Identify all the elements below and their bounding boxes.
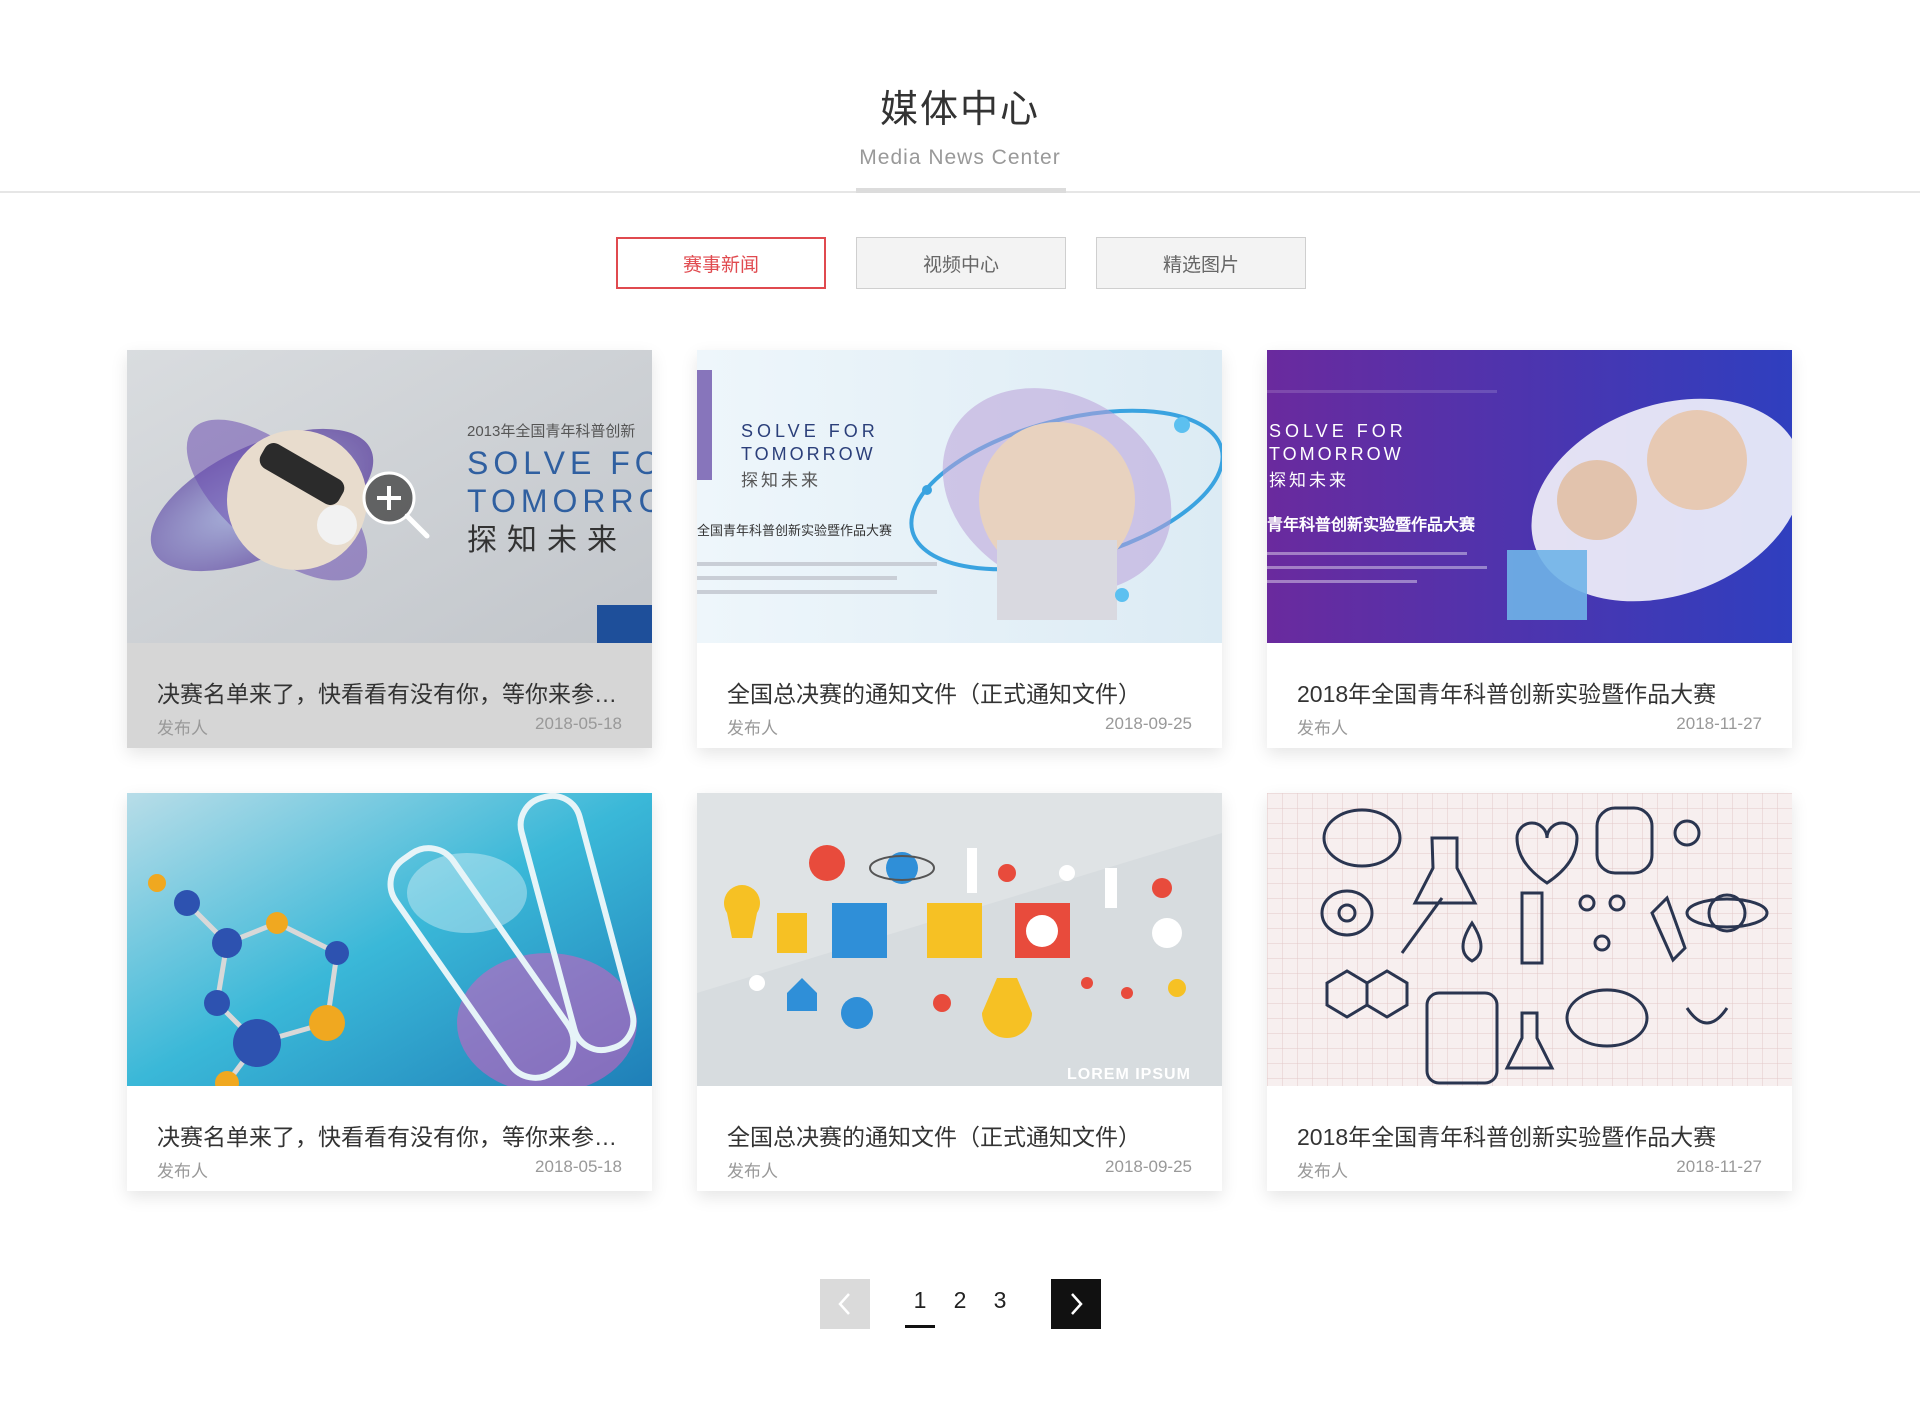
news-card-image[interactable] <box>127 793 652 1086</box>
page-number-1[interactable]: 1 <box>905 1287 935 1328</box>
chevron-left-icon <box>838 1293 850 1315</box>
next-page-button[interactable] <box>1051 1279 1101 1329</box>
news-card-title[interactable]: 2018年全国青年科普创新实验暨作品大赛 <box>1297 675 1767 709</box>
news-card-date: 2018-09-25 <box>1105 714 1192 733</box>
news-card-date: 2018-09-25 <box>1105 1157 1192 1176</box>
image-caption-solve: SOLVE FOR <box>741 421 879 441</box>
news-card-author: 发布人 <box>727 719 778 738</box>
title-underline <box>856 188 1066 193</box>
news-card-info: 全国总决赛的通知文件（正式通知文件） 发布人 2018-09-25 <box>697 1086 1222 1191</box>
news-card-image[interactable]: 2013年全国青年科普创新 SOLVE FO TOMORRO 探知未来 <box>127 350 652 643</box>
image-caption-explore: 探知未来 <box>1269 471 1349 491</box>
news-card-date: 2018-05-18 <box>535 714 622 733</box>
page-title: 媒体中心 <box>879 89 1040 131</box>
tab-featured-images[interactable]: 精选图片 <box>1096 237 1306 289</box>
news-card-date: 2018-11-27 <box>1676 1157 1762 1176</box>
image-caption-tomorrow: TOMORRO <box>467 483 652 519</box>
prev-page-button[interactable] <box>820 1279 870 1329</box>
news-card-title[interactable]: 全国总决赛的通知文件（正式通知文件） <box>727 1118 1197 1152</box>
news-card-author: 发布人 <box>157 719 208 738</box>
news-card-author: 发布人 <box>727 1162 778 1181</box>
image-caption-explore: 探知未来 <box>741 471 821 491</box>
news-card-date: 2018-05-18 <box>535 1157 622 1176</box>
page-number-3[interactable]: 3 <box>985 1287 1015 1314</box>
image-caption-explore: 探知未来 <box>467 523 627 558</box>
news-card-image[interactable]: SOLVE FOR TOMORROW 探知未来 全国青年科普创新实验暨作品大赛 <box>697 350 1222 643</box>
image-caption-contest: 青年科普创新实验暨作品大赛 <box>1267 515 1476 534</box>
news-card[interactable]: 决赛名单来了，快看看有没有你，等你来参加... 发布人 2018-05-18 <box>127 793 652 1191</box>
news-card-info: 全国总决赛的通知文件（正式通知文件） 发布人 2018-09-25 <box>697 643 1222 748</box>
image-caption-solve: SOLVE FOR <box>1269 421 1407 441</box>
news-card-image[interactable]: LOREM IPSUM <box>697 793 1222 1086</box>
news-card-title[interactable]: 2018年全国青年科普创新实验暨作品大赛 <box>1297 1118 1767 1152</box>
image-caption-year: 2013年全国青年科普创新 <box>467 422 635 440</box>
image-caption-tomorrow: TOMORROW <box>1269 444 1404 464</box>
news-card[interactable]: LOREM IPSUM 全国总决赛的通知文件（正式通知文件） 发布人 2018-… <box>697 793 1222 1191</box>
image-caption-solve: SOLVE FO <box>467 445 652 481</box>
news-card-image[interactable] <box>1267 793 1792 1086</box>
news-card-info: 决赛名单来了，快看看有没有你，等你来参加... 发布人 2018-05-18 <box>127 643 652 748</box>
image-caption-lorem: LOREM IPSUM <box>1067 1066 1191 1083</box>
news-card-image[interactable]: SOLVE FOR TOMORROW 探知未来 青年科普创新实验暨作品大赛 <box>1267 350 1792 643</box>
news-card[interactable]: SOLVE FOR TOMORROW 探知未来 全国青年科普创新实验暨作品大赛 … <box>697 350 1222 748</box>
news-card[interactable]: 2018年全国青年科普创新实验暨作品大赛 发布人 2018-11-27 <box>1267 793 1792 1191</box>
page-number-2[interactable]: 2 <box>945 1287 975 1314</box>
image-caption-tomorrow: TOMORROW <box>741 444 876 464</box>
news-card-author: 发布人 <box>157 1162 208 1181</box>
news-card-info: 2018年全国青年科普创新实验暨作品大赛 发布人 2018-11-27 <box>1267 1086 1792 1191</box>
news-card-author: 发布人 <box>1297 719 1348 738</box>
news-card-info: 2018年全国青年科普创新实验暨作品大赛 发布人 2018-11-27 <box>1267 643 1792 748</box>
zoom-in-icon[interactable] <box>359 468 434 543</box>
page-header: 媒体中心 Media News Center <box>0 0 1920 193</box>
page-subtitle: Media News Center <box>859 146 1061 169</box>
news-card[interactable]: SOLVE FOR TOMORROW 探知未来 青年科普创新实验暨作品大赛 20… <box>1267 350 1792 748</box>
news-card-title[interactable]: 决赛名单来了，快看看有没有你，等你来参加... <box>157 675 627 709</box>
pagination: 1 2 3 <box>820 1279 1102 1329</box>
news-card-info: 决赛名单来了，快看看有没有你，等你来参加... 发布人 2018-05-18 <box>127 1086 652 1191</box>
news-card-title[interactable]: 决赛名单来了，快看看有没有你，等你来参加... <box>157 1118 627 1152</box>
news-card-date: 2018-11-27 <box>1676 714 1762 733</box>
chevron-right-icon <box>1071 1293 1083 1315</box>
news-card-title[interactable]: 全国总决赛的通知文件（正式通知文件） <box>727 675 1197 709</box>
news-card[interactable]: 2013年全国青年科普创新 SOLVE FO TOMORRO 探知未来 决赛名单… <box>127 350 652 748</box>
tab-video-center[interactable]: 视频中心 <box>856 237 1066 289</box>
image-caption-contest: 全国青年科普创新实验暨作品大赛 <box>697 523 892 539</box>
category-tabs: 赛事新闻 视频中心 精选图片 <box>616 237 1306 291</box>
news-card-author: 发布人 <box>1297 1162 1348 1181</box>
tab-match-news[interactable]: 赛事新闻 <box>616 237 826 289</box>
